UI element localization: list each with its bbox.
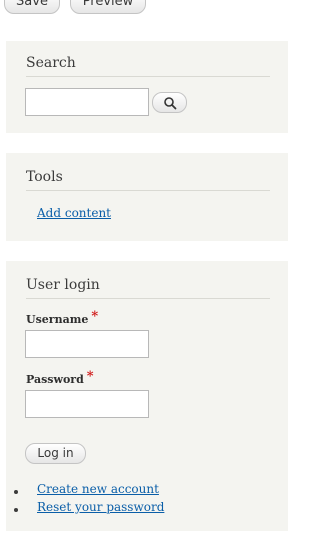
list-bullet bbox=[14, 490, 18, 494]
log-in-button[interactable]: Log in bbox=[25, 443, 86, 464]
tools-block: Tools Add content bbox=[6, 153, 288, 241]
password-field[interactable] bbox=[25, 390, 149, 418]
search-icon bbox=[164, 97, 177, 110]
create-account-link[interactable]: Create new account bbox=[37, 482, 159, 496]
search-block-title: Search bbox=[26, 55, 270, 77]
search-block: Search bbox=[6, 41, 288, 133]
add-content-link[interactable]: Add content bbox=[37, 206, 111, 220]
username-label-text: Username bbox=[26, 313, 89, 326]
username-label: Username * bbox=[26, 309, 99, 327]
search-button[interactable] bbox=[152, 92, 187, 113]
user-login-block: User login Username * Password * Log in Cr… bbox=[6, 261, 288, 531]
user-login-title: User login bbox=[26, 277, 270, 299]
list-bullet bbox=[14, 508, 18, 512]
save-button[interactable]: Save bbox=[4, 0, 60, 14]
password-label-text: Password bbox=[26, 373, 84, 386]
password-required-marker: * bbox=[86, 369, 94, 384]
reset-password-link[interactable]: Reset your password bbox=[37, 500, 164, 514]
search-input[interactable] bbox=[25, 88, 149, 116]
tools-block-title: Tools bbox=[26, 169, 270, 191]
username-required-marker: * bbox=[91, 309, 99, 324]
password-label: Password * bbox=[26, 369, 94, 387]
username-field[interactable] bbox=[25, 330, 149, 358]
preview-button[interactable]: Preview bbox=[70, 0, 146, 14]
